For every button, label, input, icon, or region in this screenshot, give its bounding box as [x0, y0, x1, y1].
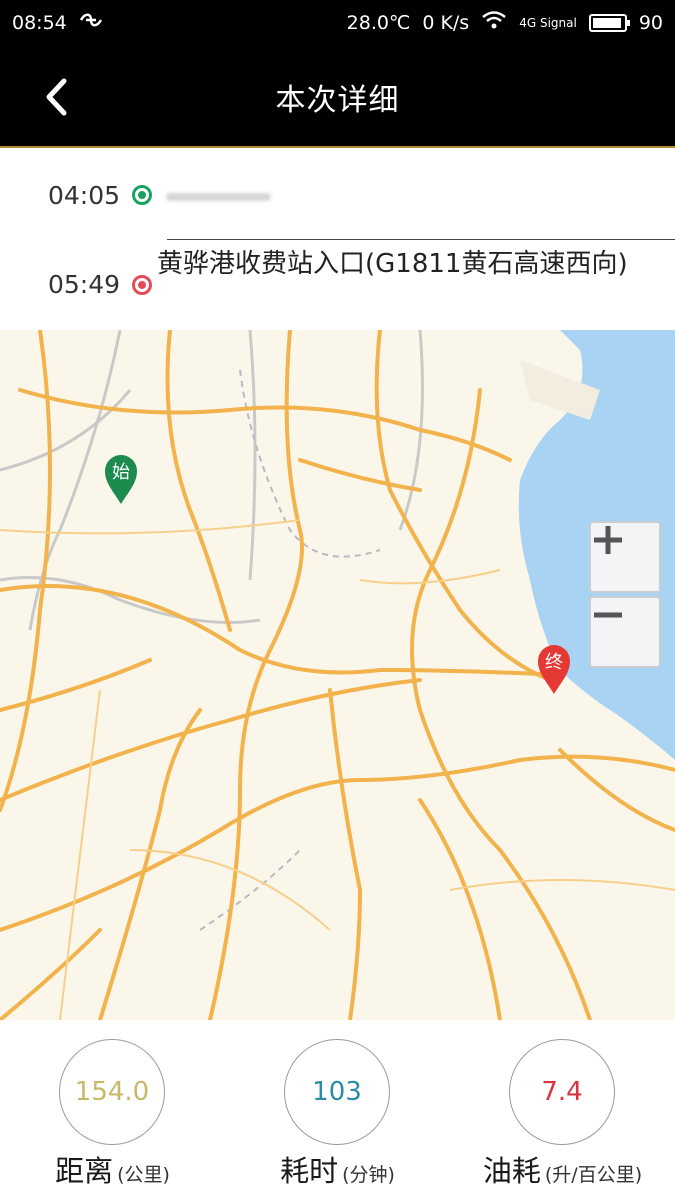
- duration-label-row: 耗时 (分钟): [225, 1148, 450, 1190]
- distance-unit: (公里): [117, 1164, 170, 1186]
- fuel-label-row: 油耗 (升/百公里): [450, 1148, 675, 1190]
- start-marker-icon[interactable]: 始: [103, 453, 139, 505]
- temperature: 28.0℃: [346, 11, 411, 34]
- start-time: 04:05: [47, 180, 120, 210]
- zoom-in-button[interactable]: [589, 521, 661, 593]
- zoom-out-button[interactable]: [589, 596, 661, 668]
- distance-label-row: 距离 (公里): [0, 1148, 225, 1190]
- route-end-row: 05:49 黄骅港收费站入口(G1811黄石高速西向): [0, 247, 675, 299]
- start-marker-label: 始: [112, 462, 130, 483]
- duration-unit: (分钟): [342, 1164, 395, 1186]
- end-time: 05:49: [47, 270, 120, 299]
- end-dot-icon: [132, 275, 152, 295]
- signal-label: 4G Signal: [519, 15, 577, 30]
- duration-value: 103: [284, 1039, 390, 1145]
- clock: 08:54: [12, 11, 67, 34]
- distance-value: 154.0: [59, 1039, 165, 1145]
- minus-icon: [594, 612, 622, 618]
- end-marker-label: 终: [545, 652, 563, 673]
- network-speed: 0 K/s: [422, 11, 470, 34]
- route-divider: [167, 239, 675, 240]
- start-address-redacted: [166, 192, 271, 201]
- route-info: 04:05 05:49 黄骅港收费站入口(G1811黄石高速西向): [0, 150, 675, 330]
- back-button[interactable]: [32, 73, 80, 121]
- chevron-left-icon: [46, 78, 67, 116]
- duration-label: 耗时: [280, 1154, 339, 1188]
- route-start-row: 04:05: [0, 180, 675, 210]
- fuel-stat: 7.4 油耗 (升/百公里): [450, 1020, 675, 1200]
- wifi-icon: [481, 10, 507, 35]
- app-header: 本次详细: [0, 45, 675, 148]
- fuel-unit: (升/百公里): [544, 1164, 643, 1186]
- fuel-label: 油耗: [482, 1154, 541, 1188]
- distance-label: 距离: [55, 1154, 114, 1188]
- start-dot-icon: [132, 185, 152, 205]
- duration-stat: 103 耗时 (分钟): [225, 1020, 450, 1200]
- page-title: 本次详细: [275, 82, 400, 118]
- header-divider: [0, 146, 675, 148]
- plus-icon: [594, 526, 622, 554]
- distance-stat: 154.0 距离 (公里): [0, 1020, 225, 1200]
- map-canvas: [0, 330, 675, 1020]
- fuel-value: 7.4: [509, 1039, 615, 1145]
- trip-stats: 154.0 距离 (公里) 103 耗时 (分钟) 7.4 油耗 (升/百公里): [0, 1020, 675, 1200]
- route-map[interactable]: 始 终: [0, 330, 675, 1020]
- end-marker-icon[interactable]: 终: [536, 643, 572, 695]
- end-address: 黄骅港收费站入口(G1811黄石高速西向): [157, 249, 628, 279]
- battery-level: 90: [638, 11, 663, 34]
- status-bar: 08:54 28.0℃ 0 K/s 4G Signal 90: [0, 0, 675, 45]
- trip-detail-screen: 08:54 28.0℃ 0 K/s 4G Signal 90 本次详细 04:0…: [0, 0, 675, 1200]
- notification-icon: [79, 11, 103, 34]
- battery-icon: [588, 13, 630, 32]
